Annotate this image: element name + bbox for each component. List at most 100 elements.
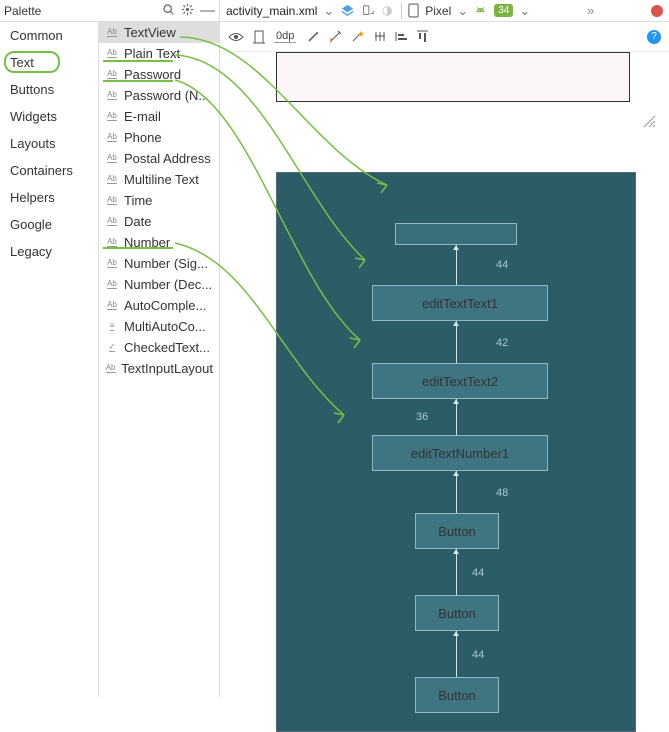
text-icon: ✓ [105, 342, 119, 354]
layers-icon[interactable] [340, 3, 355, 18]
design-preview-box[interactable] [276, 52, 630, 102]
device-icon[interactable] [408, 3, 419, 18]
chevron-down-icon[interactable]: ⌄ [457, 3, 468, 19]
align-icon[interactable] [395, 30, 408, 43]
palette-postal[interactable]: AbPostal Address [99, 148, 219, 169]
clear-icon[interactable] [328, 30, 342, 44]
palette-number-dec[interactable]: AbNumber (Dec... [99, 274, 219, 295]
more-icon[interactable]: » [587, 3, 594, 18]
palette-label: TextView [124, 25, 176, 40]
search-icon[interactable] [162, 3, 175, 19]
palette-autocomplete[interactable]: AbAutoComple... [99, 295, 219, 316]
palette-label: Plain Text [124, 46, 180, 61]
gear-icon[interactable] [181, 3, 194, 19]
text-icon: ≡ [105, 321, 119, 333]
blueprint-device[interactable]: editTextText1 editTextText2 editTextNumb… [276, 172, 636, 732]
widget-label: Button [438, 688, 476, 703]
wand-icon[interactable] [306, 30, 320, 44]
editor-header: activity_main.xml ⌄ Pixel ⌄ 34 ⌄ » [220, 0, 669, 21]
category-helpers[interactable]: Helpers [0, 184, 98, 211]
pack-icon[interactable] [416, 30, 429, 43]
cat-label: Common [10, 28, 63, 43]
text-icon: Ab [105, 111, 119, 123]
viewport-icon[interactable] [252, 30, 266, 44]
palette-label: Multiline Text [124, 172, 199, 187]
palette-textview[interactable]: AbTextView [99, 22, 219, 43]
file-tab[interactable]: activity_main.xml [226, 4, 317, 18]
cat-label: Layouts [10, 136, 56, 151]
widget-edittext3[interactable]: editTextNumber1 [372, 435, 548, 471]
category-layouts[interactable]: Layouts [0, 130, 98, 157]
palette-number-sig[interactable]: AbNumber (Sig... [99, 253, 219, 274]
text-icon: Ab [105, 48, 119, 60]
text-icon: Ab [105, 363, 116, 375]
device-name[interactable]: Pixel [425, 4, 451, 18]
palette-header: Palette — [0, 0, 220, 21]
palette-multiautocomplete[interactable]: ≡ MultiAutoCo... [99, 316, 219, 337]
category-legacy[interactable]: Legacy [0, 238, 98, 265]
widget-label: editTextText1 [422, 296, 498, 311]
api-level[interactable]: 34 [494, 4, 513, 17]
chevron-down-icon[interactable]: ⌄ [323, 3, 334, 19]
widget-button2[interactable]: Button [415, 595, 499, 631]
widget-edittext2[interactable]: editTextText2 [372, 363, 548, 399]
category-widgets[interactable]: Widgets [0, 103, 98, 130]
annotation-underline [103, 247, 173, 249]
category-common[interactable]: Common [0, 22, 98, 49]
constraint-label: 48 [496, 487, 508, 499]
orientation-icon[interactable] [361, 4, 375, 18]
text-icon: Ab [105, 153, 119, 165]
palette-textinputlayout[interactable]: AbTextInputLayout [99, 358, 219, 379]
cat-label: Helpers [10, 190, 55, 205]
cat-label: Buttons [10, 82, 54, 97]
constraint-label: 42 [496, 337, 508, 349]
palette-multiline[interactable]: Ab Multiline Text [99, 169, 219, 190]
palette-time[interactable]: AbTime [99, 190, 219, 211]
stage: editTextText1 editTextText2 editTextNumb… [220, 52, 669, 697]
design-toolbar: 0dp ? [220, 22, 669, 52]
text-icon: Ab [105, 132, 119, 144]
text-icon: Ab [105, 174, 119, 186]
palette-label: AutoComple... [124, 298, 206, 313]
palette-number[interactable]: AbNumber [99, 232, 219, 253]
widget-textview[interactable] [395, 223, 517, 245]
widget-button1[interactable]: Button [415, 513, 499, 549]
text-icon: Ab [105, 69, 119, 81]
widget-label: Button [438, 524, 476, 539]
constraint-label: 44 [496, 259, 508, 271]
magic-icon[interactable] [350, 30, 364, 44]
palette-label: E-mail [124, 109, 161, 124]
palette-email[interactable]: Ab E-mail [99, 106, 219, 127]
text-icon: Ab [105, 90, 119, 102]
text-icon: Ab [105, 279, 119, 291]
widget-label: editTextText2 [422, 374, 498, 389]
help-icon[interactable]: ? [647, 30, 661, 44]
resize-handle-icon[interactable] [640, 112, 656, 131]
eye-icon[interactable] [228, 30, 244, 44]
widget-edittext1[interactable]: editTextText1 [372, 285, 548, 321]
error-icon[interactable] [651, 5, 663, 17]
constraint-label: 44 [472, 567, 484, 579]
category-google[interactable]: Google [0, 211, 98, 238]
dp-value[interactable]: 0dp [274, 30, 296, 43]
chevron-down-icon[interactable]: ⌄ [519, 3, 530, 19]
category-text[interactable]: Text [0, 49, 98, 76]
palette-label: Time [124, 193, 152, 208]
category-buttons[interactable]: Buttons [0, 76, 98, 103]
widget-label: Button [438, 606, 476, 621]
palette-label: Date [124, 214, 151, 229]
widget-button3[interactable]: Button [415, 677, 499, 713]
guideline-icon[interactable] [374, 30, 387, 43]
category-containers[interactable]: Containers [0, 157, 98, 184]
palette-date[interactable]: AbDate [99, 211, 219, 232]
palette-password-num[interactable]: Ab Password (N... [99, 85, 219, 106]
nightmode-icon[interactable] [381, 4, 395, 18]
top-header: Palette — activity_main.xml ⌄ Pixel ⌄ 34… [0, 0, 669, 22]
palette-label: MultiAutoCo... [124, 319, 206, 334]
widget-label: editTextNumber1 [411, 446, 509, 461]
palette-label: Password (N... [124, 88, 209, 103]
minimize-icon[interactable]: — [200, 2, 215, 19]
palette-phone[interactable]: AbPhone [99, 127, 219, 148]
palette-checkedtext[interactable]: ✓CheckedText... [99, 337, 219, 358]
cat-label: Containers [10, 163, 73, 178]
